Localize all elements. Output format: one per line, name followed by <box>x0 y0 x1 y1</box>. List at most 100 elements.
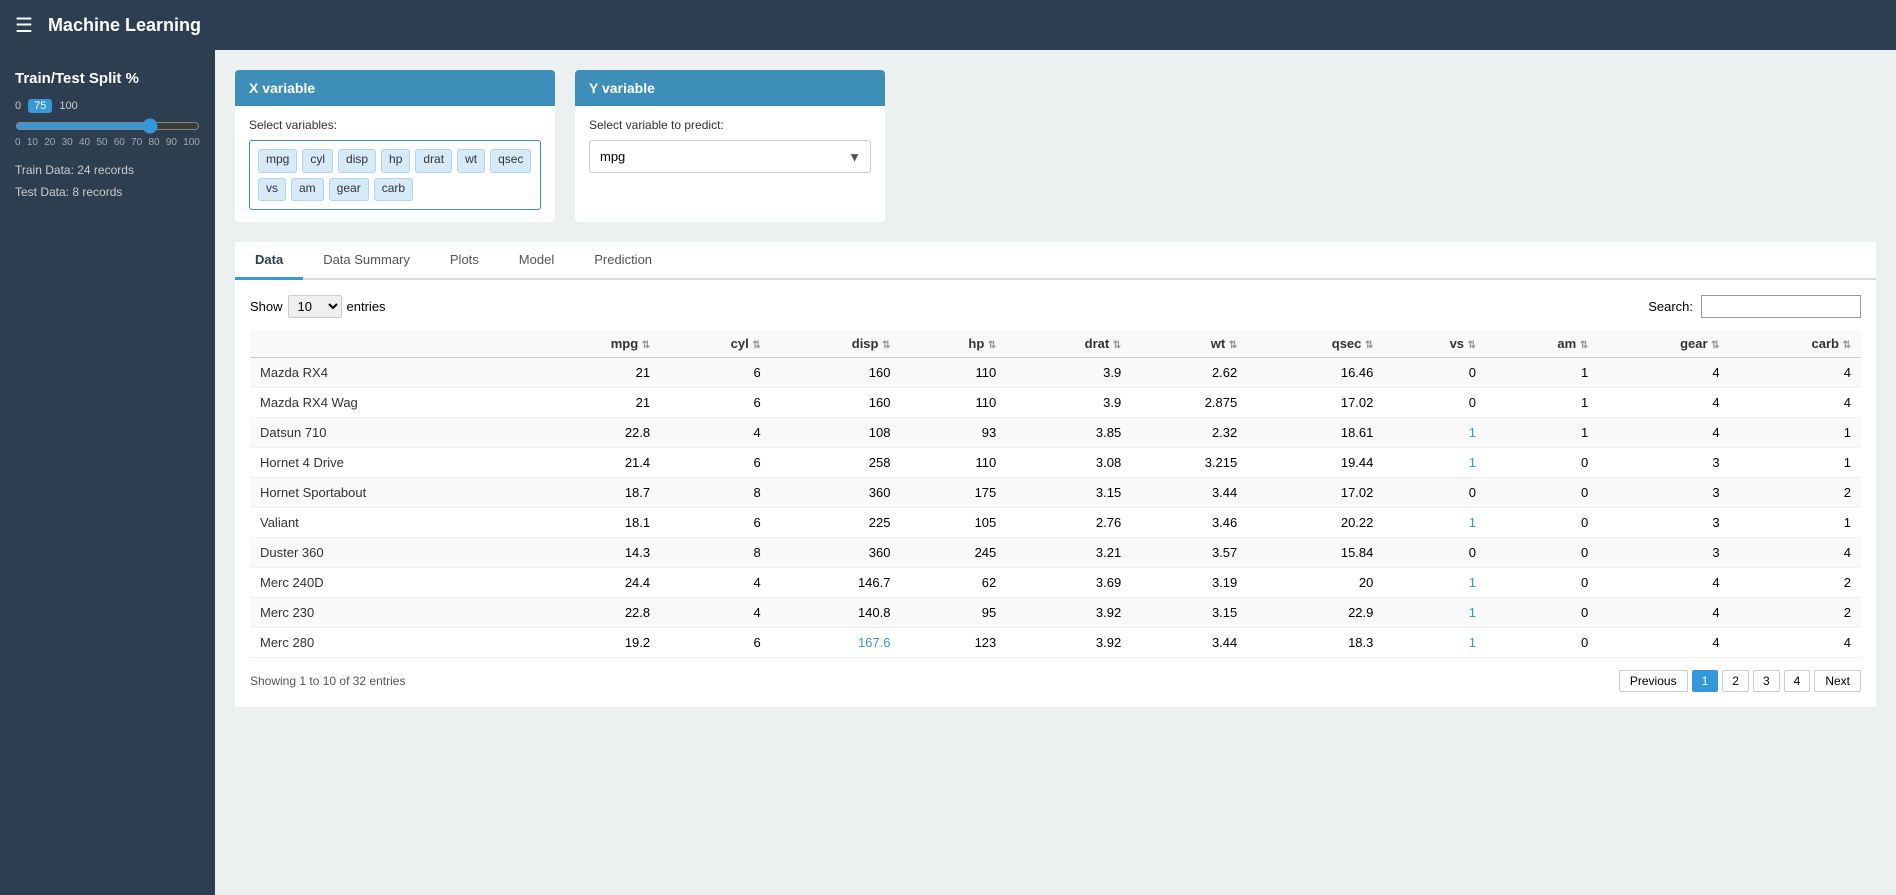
cell-vs: 1 <box>1383 628 1486 658</box>
cell-vs: 1 <box>1383 598 1486 628</box>
slider-ticks: 0102030405060708090100 <box>15 137 200 148</box>
col-carb[interactable]: carb ⇅ <box>1730 330 1861 358</box>
main-content: X variable Select variables: mpg cyl dis… <box>215 50 1896 895</box>
cell-vs: 0 <box>1383 358 1486 388</box>
tab-model[interactable]: Model <box>499 242 574 280</box>
cell-drat: 3.9 <box>1006 388 1131 418</box>
app-header: ☰ Machine Learning <box>0 0 1896 50</box>
cell-disp: 160 <box>771 388 901 418</box>
col-qsec[interactable]: qsec ⇅ <box>1247 330 1383 358</box>
variables-row: X variable Select variables: mpg cyl dis… <box>235 70 1876 222</box>
cell-carb: 1 <box>1730 418 1861 448</box>
page-4-button[interactable]: 4 <box>1784 670 1811 692</box>
cell-vs: 1 <box>1383 508 1486 538</box>
cell-vs: 0 <box>1383 388 1486 418</box>
table-row: Hornet 4 Drive 21.4 6 258 110 3.08 3.215… <box>250 448 1861 478</box>
cell-name: Merc 280 <box>250 628 529 658</box>
cell-name: Hornet Sportabout <box>250 478 529 508</box>
cell-carb: 1 <box>1730 448 1861 478</box>
cell-am: 0 <box>1486 448 1598 478</box>
prev-button[interactable]: Previous <box>1619 670 1688 692</box>
tag-wt: wt <box>457 149 485 173</box>
cell-qsec: 20.22 <box>1247 508 1383 538</box>
cell-hp: 105 <box>900 508 1006 538</box>
cell-am: 0 <box>1486 478 1598 508</box>
cell-cyl: 8 <box>660 538 771 568</box>
cell-mpg: 19.2 <box>529 628 660 658</box>
cell-hp: 110 <box>900 388 1006 418</box>
cell-mpg: 18.7 <box>529 478 660 508</box>
x-variable-tags-box[interactable]: mpg cyl disp hp drat wt qsec vs am gear … <box>249 140 541 210</box>
cell-gear: 4 <box>1598 388 1729 418</box>
cell-vs: 1 <box>1383 418 1486 448</box>
cell-vs: 1 <box>1383 568 1486 598</box>
col-wt[interactable]: wt ⇅ <box>1131 330 1247 358</box>
cell-gear: 4 <box>1598 628 1729 658</box>
col-hp[interactable]: hp ⇅ <box>900 330 1006 358</box>
tag-mpg: mpg <box>258 149 297 173</box>
col-mpg[interactable]: mpg ⇅ <box>529 330 660 358</box>
y-variable-label: Select variable to predict: <box>589 118 871 132</box>
cell-vs: 0 <box>1383 478 1486 508</box>
cell-gear: 3 <box>1598 508 1729 538</box>
col-disp[interactable]: disp ⇅ <box>771 330 901 358</box>
cell-drat: 3.08 <box>1006 448 1131 478</box>
cell-qsec: 15.84 <box>1247 538 1383 568</box>
cell-carb: 2 <box>1730 478 1861 508</box>
cell-qsec: 20 <box>1247 568 1383 598</box>
page-3-button[interactable]: 3 <box>1753 670 1780 692</box>
cell-hp: 110 <box>900 448 1006 478</box>
entries-select[interactable]: 10 25 50 100 <box>288 295 342 318</box>
hamburger-icon[interactable]: ☰ <box>15 13 33 38</box>
cell-cyl: 4 <box>660 598 771 628</box>
cell-am: 0 <box>1486 628 1598 658</box>
tab-plots[interactable]: Plots <box>430 242 499 280</box>
col-gear[interactable]: gear ⇅ <box>1598 330 1729 358</box>
tag-hp: hp <box>381 149 410 173</box>
tab-data[interactable]: Data <box>235 242 303 280</box>
table-controls: Show 10 25 50 100 entries Search: <box>250 295 1861 318</box>
cell-name: Mazda RX4 Wag <box>250 388 529 418</box>
next-button[interactable]: Next <box>1814 670 1861 692</box>
cell-wt: 3.215 <box>1131 448 1247 478</box>
page-1-button[interactable]: 1 <box>1692 670 1719 692</box>
table-row: Datsun 710 22.8 4 108 93 3.85 2.32 18.61… <box>250 418 1861 448</box>
train-test-slider[interactable] <box>15 118 200 134</box>
col-cyl[interactable]: cyl ⇅ <box>660 330 771 358</box>
cell-mpg: 14.3 <box>529 538 660 568</box>
cell-am: 0 <box>1486 598 1598 628</box>
col-vs[interactable]: vs ⇅ <box>1383 330 1486 358</box>
train-data-label: Train Data: 24 records <box>15 160 200 182</box>
cell-disp: 360 <box>771 478 901 508</box>
table-row: Merc 230 22.8 4 140.8 95 3.92 3.15 22.9 … <box>250 598 1861 628</box>
tag-gear: gear <box>329 178 369 202</box>
page-2-button[interactable]: 2 <box>1722 670 1749 692</box>
cell-disp: 360 <box>771 538 901 568</box>
show-entries: Show 10 25 50 100 entries <box>250 295 386 318</box>
x-variable-label: Select variables: <box>249 118 541 132</box>
y-variable-body: Select variable to predict: mpg cyl disp… <box>575 106 885 185</box>
search-input[interactable] <box>1701 295 1861 318</box>
col-drat[interactable]: drat ⇅ <box>1006 330 1131 358</box>
cell-carb: 2 <box>1730 568 1861 598</box>
cell-hp: 95 <box>900 598 1006 628</box>
tab-data-summary[interactable]: Data Summary <box>303 242 430 280</box>
cell-am: 0 <box>1486 538 1598 568</box>
data-table: mpg ⇅ cyl ⇅ disp ⇅ hp ⇅ drat ⇅ wt ⇅ qsec… <box>250 330 1861 658</box>
search-box: Search: <box>1648 295 1861 318</box>
table-row: Valiant 18.1 6 225 105 2.76 3.46 20.22 1… <box>250 508 1861 538</box>
cell-vs: 1 <box>1383 448 1486 478</box>
sidebar-info: Train Data: 24 records Test Data: 8 reco… <box>15 160 200 203</box>
cell-cyl: 6 <box>660 388 771 418</box>
cell-wt: 2.32 <box>1131 418 1247 448</box>
cell-gear: 3 <box>1598 448 1729 478</box>
tab-prediction[interactable]: Prediction <box>574 242 672 280</box>
cell-hp: 245 <box>900 538 1006 568</box>
cell-qsec: 18.61 <box>1247 418 1383 448</box>
cell-carb: 4 <box>1730 538 1861 568</box>
cell-cyl: 8 <box>660 478 771 508</box>
col-am[interactable]: am ⇅ <box>1486 330 1598 358</box>
y-variable-select[interactable]: mpg cyl disp hp drat wt qsec vs am gear … <box>589 140 871 173</box>
cell-drat: 3.9 <box>1006 358 1131 388</box>
table-row: Duster 360 14.3 8 360 245 3.21 3.57 15.8… <box>250 538 1861 568</box>
